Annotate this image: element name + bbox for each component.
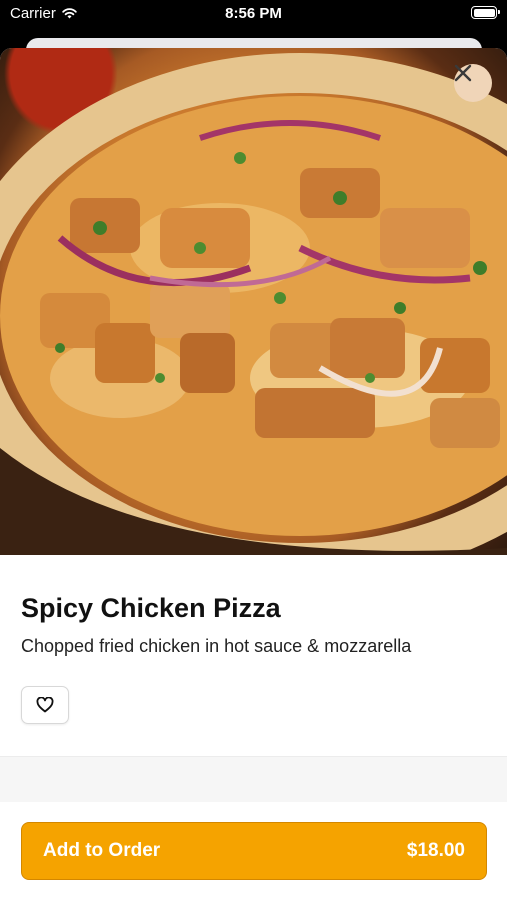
heart-icon — [36, 697, 54, 713]
battery-icon — [471, 6, 500, 19]
status-time: 8:56 PM — [225, 5, 282, 22]
section-divider — [0, 756, 507, 803]
add-to-order-label: Add to Order — [43, 840, 161, 861]
item-description: Chopped fried chicken in hot sauce & moz… — [21, 636, 412, 656]
favorite-button[interactable] — [21, 686, 69, 724]
price-label: $18.00 — [406, 840, 465, 861]
add-to-order-button[interactable]: Add to Order $18.00 — [21, 822, 487, 880]
pizza-photo — [0, 53, 507, 555]
status-bar: Carrier 8:56 PM — [0, 0, 507, 30]
item-detail-sheet: Spicy Chicken Pizza Chopped fried chicke… — [0, 48, 507, 900]
close-button[interactable] — [454, 64, 492, 102]
bottom-action-bar: Add to Order $18.00 — [0, 802, 507, 900]
close-icon — [454, 64, 472, 82]
item-title: Spicy Chicken Pizza — [21, 593, 281, 623]
item-image — [0, 48, 507, 555]
